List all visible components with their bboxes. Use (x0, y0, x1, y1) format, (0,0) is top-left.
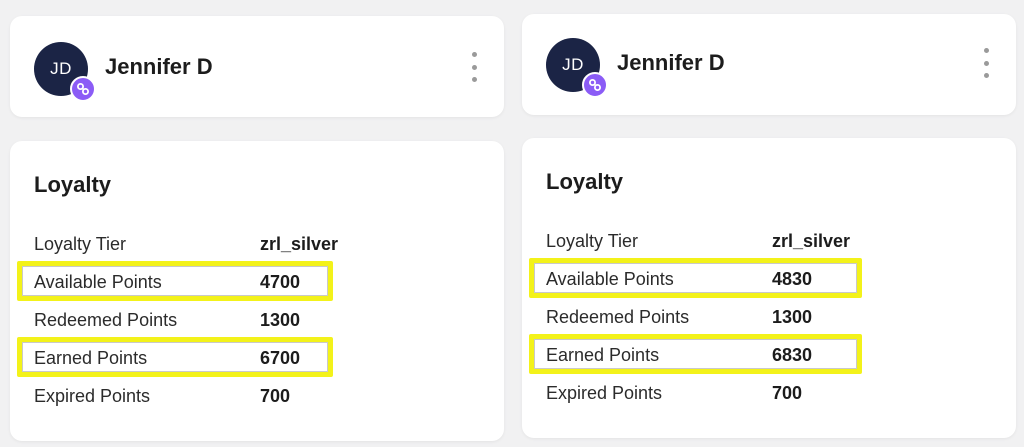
row-value: 6830 (772, 345, 813, 365)
loyalty-row-available-points: Available Points 4700 (34, 267, 504, 297)
row-label: Redeemed Points (34, 310, 178, 330)
loyalty-row-expired-points: Expired Points 700 (34, 381, 504, 411)
loyalty-card: Loyalty Loyalty Tier zrl_silver Availabl… (522, 138, 1016, 438)
customer-header-card: JD Jennifer D (522, 14, 1016, 115)
row-label: Expired Points (34, 386, 151, 406)
row-value: 1300 (772, 307, 813, 327)
avatar-initials: JD (562, 55, 584, 74)
row-label: Expired Points (546, 383, 663, 403)
loyalty-row-tier: Loyalty Tier zrl_silver (34, 229, 504, 259)
row-value: 700 (260, 386, 291, 406)
loyalty-row-redeemed-points: Redeemed Points 1300 (34, 305, 504, 335)
row-value: 6700 (260, 348, 301, 368)
customer-header-card: JD Jennifer D (10, 16, 504, 117)
loyalty-row-expired-points: Expired Points 700 (546, 378, 1016, 408)
row-value: 4700 (260, 272, 301, 292)
row-label: Available Points (34, 272, 162, 292)
more-vertical-icon[interactable] (468, 52, 480, 82)
customer-panel-after: JD Jennifer D Loyalty Loyalty Tier zrl_s… (522, 0, 1016, 447)
loyalty-title: Loyalty (34, 172, 112, 197)
row-label: Redeemed Points (546, 307, 690, 327)
row-value: zrl_silver (260, 234, 339, 254)
more-vertical-icon[interactable] (980, 48, 992, 78)
customer-panel-before: JD Jennifer D Loyalty Loyalty Tier zrl_s… (10, 0, 504, 447)
loyalty-row-earned-points: Earned Points 6830 (546, 340, 1016, 370)
row-label: Loyalty Tier (546, 231, 639, 251)
row-label: Loyalty Tier (34, 234, 127, 254)
loyalty-row-available-points: Available Points 4830 (546, 264, 1016, 294)
customer-name: Jennifer D (105, 54, 213, 79)
link-icon (70, 76, 96, 102)
avatar-initials: JD (50, 59, 72, 78)
loyalty-row-earned-points: Earned Points 6700 (34, 343, 504, 373)
row-label: Earned Points (34, 348, 148, 368)
row-label: Earned Points (546, 345, 660, 365)
row-label: Available Points (546, 269, 674, 289)
loyalty-card: Loyalty Loyalty Tier zrl_silver Availabl… (10, 141, 504, 441)
row-value: 700 (772, 383, 803, 403)
loyalty-row-redeemed-points: Redeemed Points 1300 (546, 302, 1016, 332)
row-value: 1300 (260, 310, 301, 330)
loyalty-row-tier: Loyalty Tier zrl_silver (546, 226, 1016, 256)
loyalty-title: Loyalty (546, 169, 624, 194)
customer-name: Jennifer D (617, 50, 725, 75)
row-value: zrl_silver (772, 231, 851, 251)
row-value: 4830 (772, 269, 813, 289)
link-icon (582, 72, 608, 98)
